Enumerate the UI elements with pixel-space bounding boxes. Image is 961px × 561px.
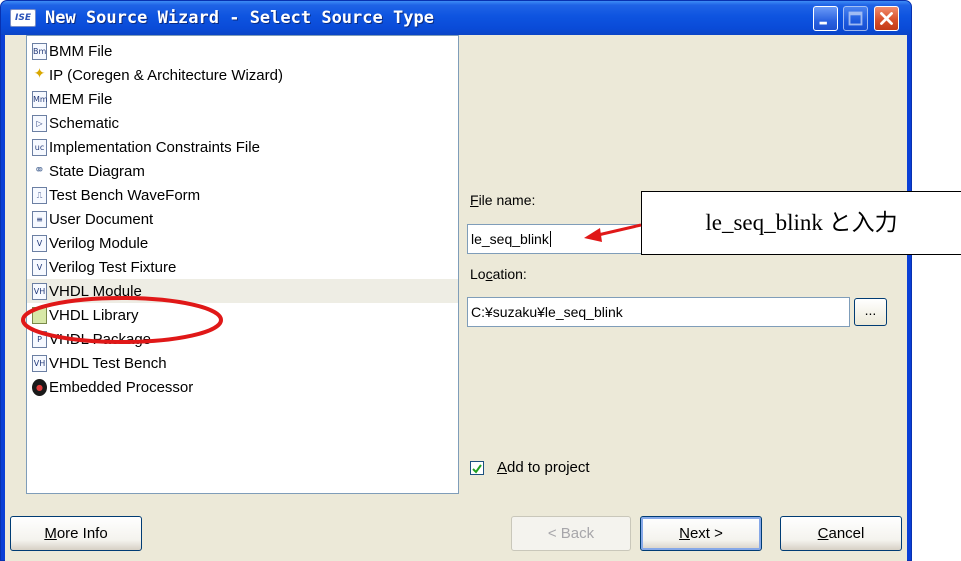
list-item-vhdl-package[interactable]: P VHDL Package: [27, 327, 458, 351]
location-label: Location:: [470, 266, 527, 282]
list-item-vhdl-library[interactable]: VHDL Library: [27, 303, 458, 327]
list-item-label: Implementation Constraints File: [49, 138, 260, 156]
maximize-button[interactable]: [843, 6, 868, 31]
list-item-label: VHDL Module: [49, 282, 142, 300]
list-item-label: User Document: [49, 210, 154, 228]
bmm-file-icon: Bm: [32, 42, 47, 60]
list-item-bmm-file[interactable]: Bm BMM File: [27, 39, 458, 63]
list-item-label: Schematic: [49, 114, 120, 132]
text-cursor: [549, 231, 551, 247]
next-button[interactable]: Next >: [640, 516, 762, 551]
ise-app-icon: ISE: [10, 9, 36, 27]
list-item-state-diagram[interactable]: ⚭ State Diagram: [27, 159, 458, 183]
maximize-icon: [848, 11, 863, 26]
list-item-implementation-constraints-file[interactable]: uc Implementation Constraints File: [27, 135, 458, 159]
add-to-project-checkbox[interactable]: [470, 461, 484, 475]
checkmark-icon: [472, 464, 482, 474]
list-item-verilog-module[interactable]: V Verilog Module: [27, 231, 458, 255]
list-item-user-document[interactable]: ≡ User Document: [27, 207, 458, 231]
list-item-label: Test Bench WaveForm: [49, 186, 201, 204]
list-item-test-bench-waveform[interactable]: ⎍ Test Bench WaveForm: [27, 183, 458, 207]
list-item-label: Verilog Module: [49, 234, 149, 252]
list-item-schematic[interactable]: ▷ Schematic: [27, 111, 458, 135]
verilog-fixture-icon: V: [32, 258, 47, 276]
list-item-vhdl-module[interactable]: VH VHDL Module: [27, 279, 458, 303]
list-item-label: BMM File: [49, 42, 113, 60]
close-button[interactable]: [874, 6, 899, 31]
waveform-icon: ⎍: [32, 186, 47, 204]
processor-icon: ●: [32, 378, 47, 396]
location-input[interactable]: C:¥suzaku¥le_seq_blink: [467, 297, 850, 327]
list-item-label: IP (Coregen & Architecture Wizard): [49, 66, 283, 84]
add-to-project-label[interactable]: Add to project: [497, 459, 590, 476]
file-name-value: le_seq_blink: [471, 231, 549, 247]
cancel-button[interactable]: Cancel: [780, 516, 902, 551]
browse-button[interactable]: ...: [854, 298, 887, 326]
title-bar[interactable]: ISE New Source Wizard - Select Source Ty…: [1, 1, 911, 35]
list-item-verilog-test-fixture[interactable]: V Verilog Test Fixture: [27, 255, 458, 279]
document-icon: ≡: [32, 210, 47, 228]
vhdl-package-icon: P: [32, 330, 47, 348]
list-item-label: Verilog Test Fixture: [49, 258, 177, 276]
schematic-icon: ▷: [32, 114, 47, 132]
window-title: New Source Wizard - Select Source Type: [45, 8, 434, 28]
list-item-embedded-processor[interactable]: ● Embedded Processor: [27, 375, 458, 399]
source-type-list[interactable]: Bm BMM File ✦ IP (Coregen & Architecture Wi…: [26, 35, 459, 494]
list-item-label: VHDL Test Bench: [49, 354, 167, 372]
close-icon: [880, 12, 893, 25]
list-item-mem-file[interactable]: Mm MEM File: [27, 87, 458, 111]
ip-wizard-icon: ✦: [33, 65, 46, 82]
annotation-callout: le_seq_blink と入力: [641, 191, 961, 255]
back-button: < Back: [511, 516, 631, 551]
list-item-ip-coregen-architecture-wizard[interactable]: ✦ IP (Coregen & Architecture Wizard): [27, 63, 458, 87]
state-diagram-icon: ⚭: [34, 162, 45, 178]
verilog-module-icon: V: [32, 234, 47, 252]
list-item-label: State Diagram: [49, 162, 145, 180]
minimize-icon: [819, 21, 827, 25]
vhdl-library-icon: [32, 306, 47, 324]
list-item-label: VHDL Library: [49, 306, 139, 324]
vhdl-testbench-icon: VH: [32, 354, 47, 372]
constraints-file-icon: uc: [32, 138, 47, 156]
more-info-button[interactable]: More Info: [10, 516, 142, 551]
list-item-vhdl-test-bench[interactable]: VH VHDL Test Bench: [27, 351, 458, 375]
list-item-label: Embedded Processor: [49, 378, 194, 396]
mem-file-icon: Mm: [32, 90, 48, 108]
minimize-button[interactable]: [813, 6, 838, 31]
file-name-label: File name:: [470, 192, 536, 208]
list-item-label: MEM File: [49, 90, 113, 108]
list-item-label: VHDL Package: [49, 330, 151, 348]
vhdl-module-icon: VH: [32, 282, 47, 300]
